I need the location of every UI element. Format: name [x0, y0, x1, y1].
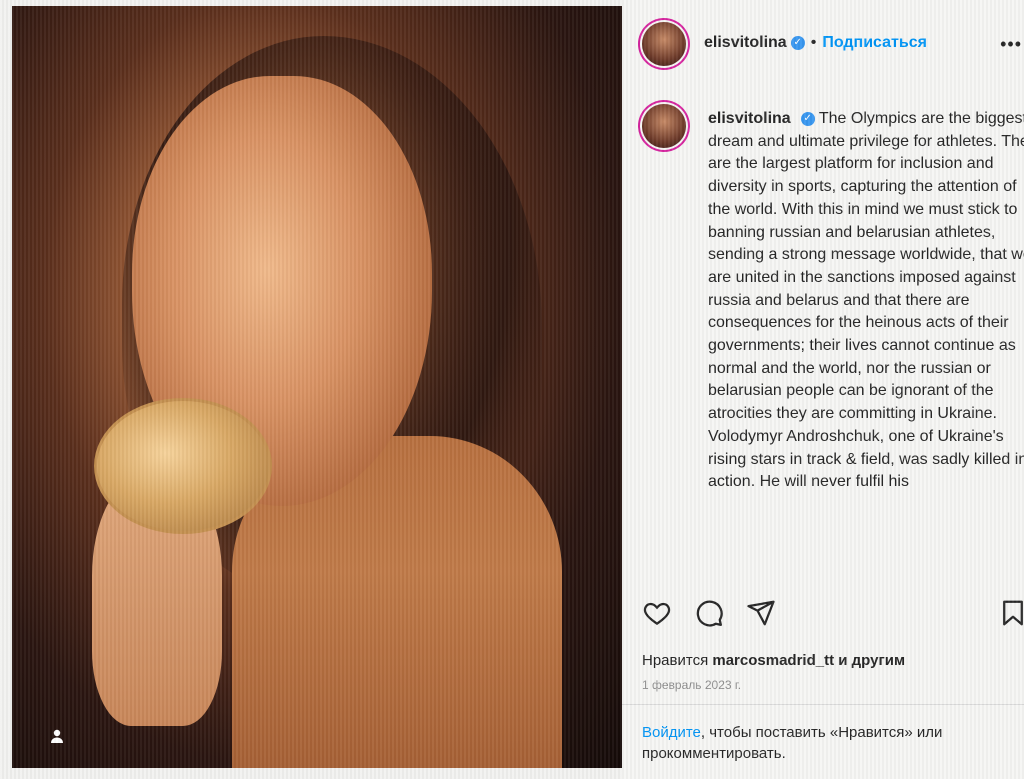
heart-icon[interactable]: [642, 598, 672, 628]
caption-body: The Olympics are the biggest dream and u…: [708, 110, 1024, 491]
follow-button[interactable]: Подписаться: [822, 34, 927, 51]
action-bar: [642, 598, 1024, 630]
verified-badge-icon: ✓: [800, 111, 815, 126]
post-header: elisvitolina ✓ • Подписаться •••: [642, 20, 1022, 68]
avatar[interactable]: [642, 22, 686, 66]
post-side-panel: elisvitolina ✓ • Подписаться ••• elisvitoli…: [622, 0, 1024, 779]
instagram-post-view: elisvitolina ✓ • Подписаться ••• elisvitoli…: [0, 0, 1024, 779]
login-prompt: Войдите, чтобы поставить «Нравится» или …: [642, 722, 1012, 764]
photo-medal: [94, 398, 272, 534]
likes-prefix: Нравится: [642, 652, 709, 669]
likes-line: Нравится marcosmadrid_tt и другим: [642, 652, 905, 669]
likes-suffix[interactable]: и другим: [838, 652, 905, 669]
bookmark-icon[interactable]: [998, 598, 1024, 628]
more-options-icon[interactable]: •••: [1000, 34, 1022, 55]
share-icon[interactable]: [746, 598, 776, 628]
header-username[interactable]: elisvitolina: [704, 34, 787, 51]
divider: [622, 704, 1024, 705]
verified-badge-icon: ✓: [790, 35, 805, 50]
caption-avatar[interactable]: [642, 104, 686, 148]
post-date[interactable]: 1 февраль 2023 г.: [642, 678, 741, 692]
likes-user-link[interactable]: marcosmadrid_tt: [712, 652, 834, 669]
caption-username[interactable]: elisvitolina: [708, 110, 791, 127]
comment-icon[interactable]: [694, 598, 724, 628]
login-link[interactable]: Войдите: [642, 724, 701, 741]
caption-text-block: elisvitolina ✓ The Olympics are the bigge…: [708, 108, 1024, 494]
post-photo[interactable]: [12, 6, 622, 768]
person-icon[interactable]: [48, 728, 66, 746]
header-separator: •: [810, 34, 817, 51]
